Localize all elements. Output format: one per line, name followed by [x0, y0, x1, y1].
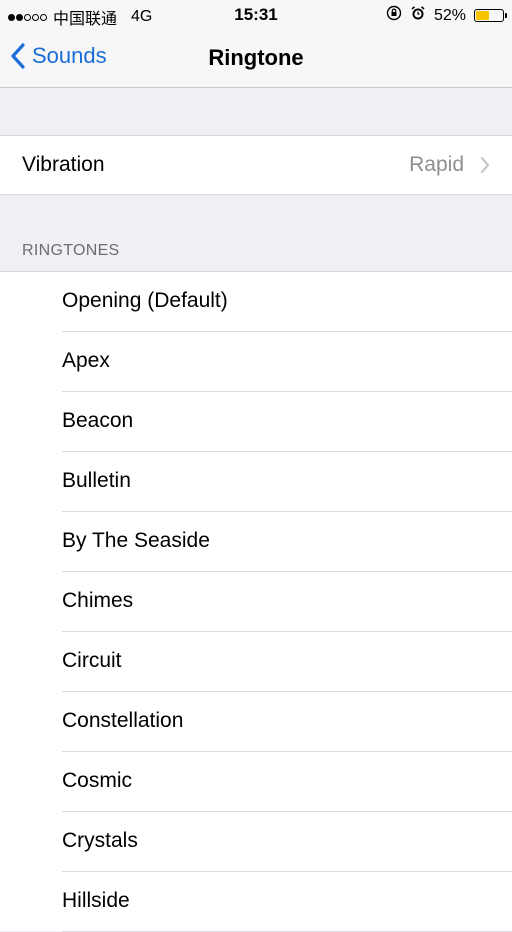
status-bar: 中国联通 4G 15:31 52% [0, 0, 512, 30]
battery-fill [476, 11, 489, 20]
ringtone-item-opening[interactable]: Opening (Default) [0, 272, 512, 332]
battery-percentage: 52% [433, 6, 466, 24]
chevron-right-icon [480, 156, 490, 179]
navigation-bar: Sounds Ringtone [0, 30, 512, 88]
ringtone-list: Opening (Default) Apex Beacon Bulletin B… [0, 271, 512, 932]
ringtone-label: Bulletin [62, 469, 131, 492]
ringtone-item-circuit[interactable]: Circuit [0, 632, 512, 692]
ringtone-label: Constellation [62, 709, 184, 732]
battery-icon [474, 9, 507, 22]
ringtone-label: Crystals [62, 829, 138, 852]
ringtone-item-cosmic[interactable]: Cosmic [0, 752, 512, 812]
ringtone-label: Chimes [62, 589, 134, 612]
status-right: 52% [386, 5, 507, 26]
ringtone-item-crystals[interactable]: Crystals [0, 812, 512, 872]
ringtone-item-bulletin[interactable]: Bulletin [0, 452, 512, 512]
vibration-row[interactable]: Vibration Rapid [0, 135, 512, 195]
ringtones-section-header: RINGTONES [22, 242, 120, 259]
ringtone-label: Apex [62, 349, 110, 372]
ringtone-item-constellation[interactable]: Constellation [0, 692, 512, 752]
ringtone-item-beacon[interactable]: Beacon [0, 392, 512, 452]
ringtone-label: By The Seaside [62, 529, 210, 552]
vibration-label: Vibration [22, 153, 105, 176]
ringtone-label: Hillside [62, 889, 130, 912]
ringtone-label: Opening (Default) [62, 289, 228, 312]
alarm-icon [410, 5, 426, 26]
ringtone-item-hillside[interactable]: Hillside [0, 872, 512, 932]
ringtone-label: Cosmic [62, 769, 133, 792]
rotation-lock-icon [386, 5, 402, 26]
ringtone-item-by-the-seaside[interactable]: By The Seaside [0, 512, 512, 572]
page-title: Ringtone [208, 45, 304, 70]
ringtone-item-chimes[interactable]: Chimes [0, 572, 512, 632]
ringtone-item-apex[interactable]: Apex [0, 332, 512, 392]
ringtone-label: Circuit [62, 649, 122, 672]
vibration-value: Rapid [409, 153, 464, 176]
ringtone-label: Beacon [62, 409, 134, 432]
